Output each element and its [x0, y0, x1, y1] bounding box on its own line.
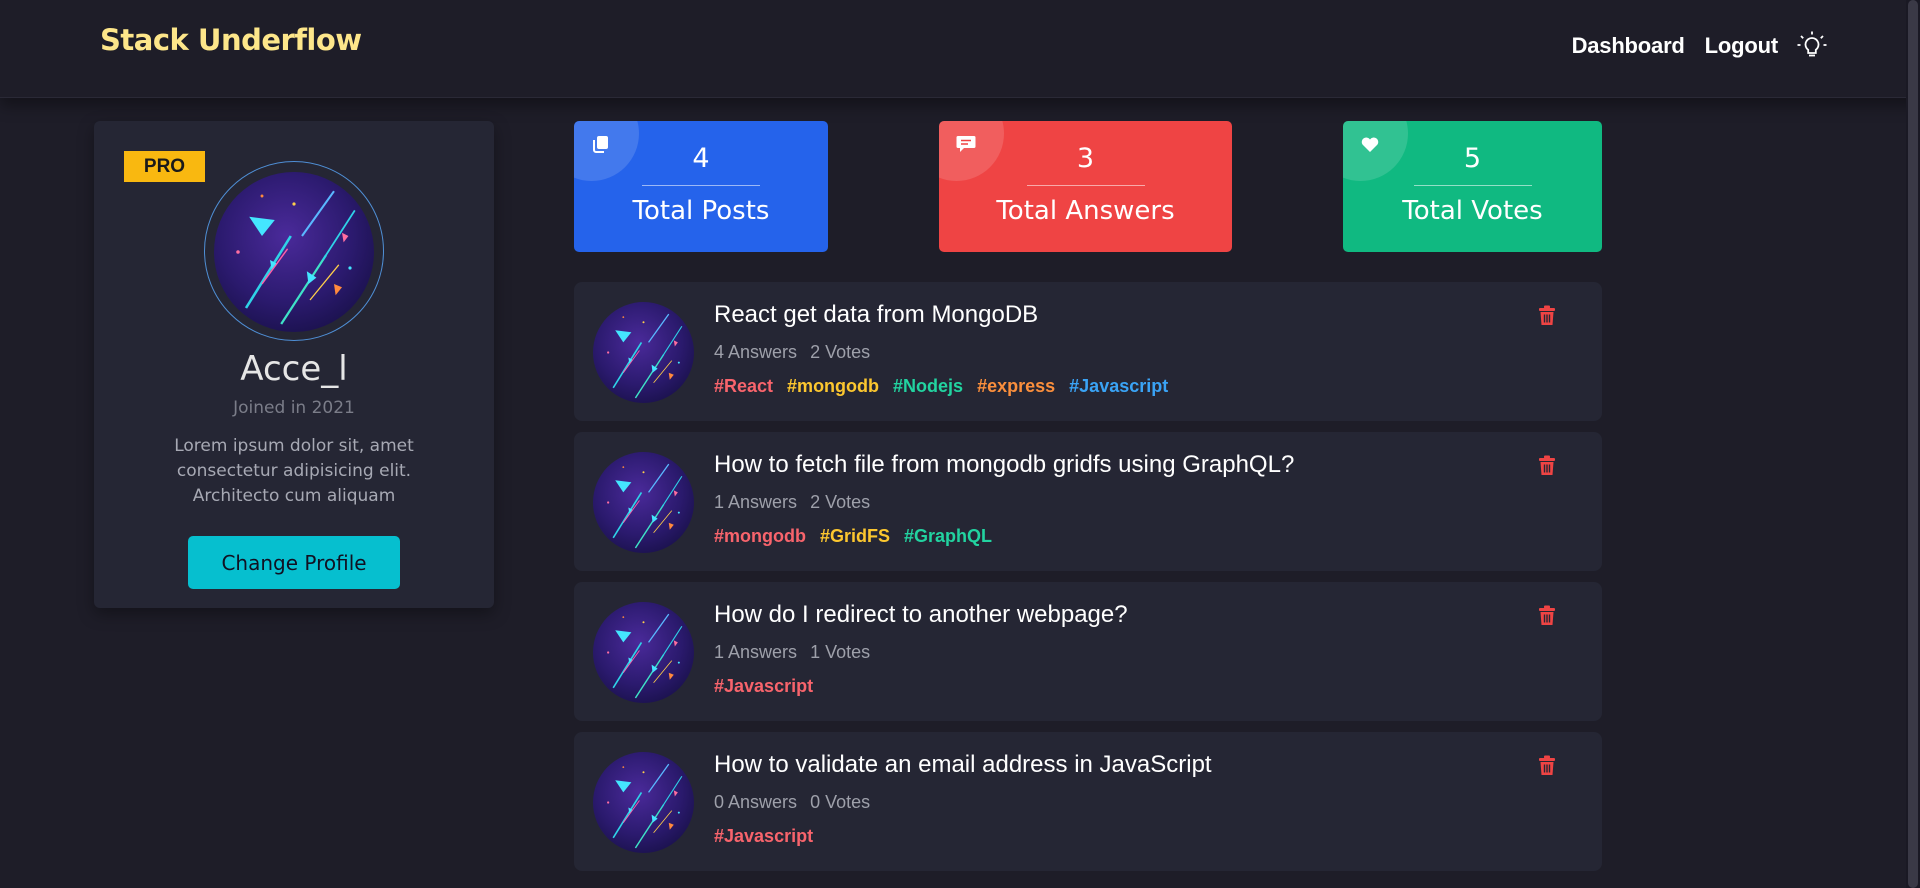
tag[interactable]: #React: [714, 376, 773, 397]
post-votes-count: 2 Votes: [810, 492, 871, 512]
trash-icon[interactable]: [1536, 304, 1558, 326]
stat-total-votes: 5 Total Votes: [1343, 121, 1602, 252]
post-title[interactable]: How do I redirect to another webpage?: [714, 601, 1128, 629]
stat-label: Total Posts: [632, 196, 770, 226]
post-meta: 4 Answers 2 Votes: [714, 342, 878, 363]
stat-total-answers: 3 Total Answers: [939, 121, 1232, 252]
tag[interactable]: #mongodb: [714, 526, 806, 547]
trash-icon[interactable]: [1536, 454, 1558, 476]
nav-links: Dashboard Logout: [1552, 30, 1828, 62]
post-votes-count: 2 Votes: [810, 342, 871, 362]
post-votes-count: 1 Votes: [810, 642, 871, 662]
post-title[interactable]: How to fetch file from mongodb gridfs us…: [714, 451, 1294, 479]
post-author-avatar: [593, 302, 694, 403]
stat-label: Total Votes: [1402, 196, 1543, 226]
post-meta: 1 Answers 1 Votes: [714, 642, 878, 663]
profile-avatar: [214, 172, 374, 332]
brand-logo[interactable]: Stack Underflow: [100, 23, 362, 57]
post-card[interactable]: How to fetch file from mongodb gridfs us…: [574, 432, 1602, 571]
stat-divider: [1413, 185, 1532, 186]
post-tags: #Javascript: [714, 826, 827, 847]
tag[interactable]: #Nodejs: [893, 376, 963, 397]
post-author-avatar: [593, 452, 694, 553]
post-meta: 0 Answers 0 Votes: [714, 792, 878, 813]
post-card[interactable]: React get data from MongoDB 4 Answers 2 …: [574, 282, 1602, 421]
post-title[interactable]: React get data from MongoDB: [714, 301, 1038, 329]
post-answers-count: 1 Answers: [714, 492, 798, 512]
post-tags: #mongodb #GridFS #GraphQL: [714, 526, 1006, 547]
post-answers-count: 0 Answers: [714, 792, 798, 812]
tag[interactable]: #express: [977, 376, 1055, 397]
post-title[interactable]: How to validate an email address in Java…: [714, 751, 1212, 779]
profile-username: Acce_l: [240, 349, 348, 389]
stat-total-posts: 4 Total Posts: [574, 121, 828, 252]
top-navbar: Stack Underflow Dashboard Logout: [0, 0, 1920, 98]
post-answers-count: 1 Answers: [714, 642, 798, 662]
stat-divider: [1026, 185, 1145, 186]
profile-bio: Lorem ipsum dolor sit, amet consectetur …: [174, 436, 414, 506]
scrollbar-thumb[interactable]: [1908, 0, 1918, 888]
post-meta: 1 Answers 2 Votes: [714, 492, 878, 513]
tag[interactable]: #GridFS: [820, 526, 890, 547]
post-tags: #React #mongodb #Nodejs #express #Javasc…: [714, 376, 1182, 397]
post-votes-count: 0 Votes: [810, 792, 871, 812]
profile-joined: Joined in 2021: [233, 398, 355, 418]
pro-badge: PRO: [124, 151, 205, 182]
tag[interactable]: #Javascript: [714, 826, 813, 847]
post-card[interactable]: How to validate an email address in Java…: [574, 732, 1602, 871]
tag[interactable]: #GraphQL: [904, 526, 992, 547]
stat-label: Total Answers: [996, 196, 1175, 226]
page-scrollbar[interactable]: [1906, 0, 1920, 888]
tag[interactable]: #Javascript: [714, 676, 813, 697]
stat-value: 3: [1076, 143, 1095, 174]
tag[interactable]: #mongodb: [787, 376, 879, 397]
trash-icon[interactable]: [1536, 604, 1558, 626]
change-profile-button[interactable]: Change Profile: [188, 536, 400, 589]
profile-card: PRO Acce_l Joined in 2021 Lorem ipsum do…: [94, 121, 494, 608]
post-author-avatar: [593, 752, 694, 853]
stat-value: 4: [692, 143, 710, 174]
nav-logout-link[interactable]: Logout: [1705, 33, 1779, 59]
stat-value: 5: [1463, 143, 1482, 174]
post-tags: #Javascript: [714, 676, 827, 697]
tag[interactable]: #Javascript: [1069, 376, 1168, 397]
nav-dashboard-link[interactable]: Dashboard: [1572, 33, 1685, 59]
post-card[interactable]: How do I redirect to another webpage? 1 …: [574, 582, 1602, 721]
stat-divider: [642, 185, 760, 186]
post-answers-count: 4 Answers: [714, 342, 798, 362]
trash-icon[interactable]: [1536, 754, 1558, 776]
lightbulb-icon[interactable]: [1796, 30, 1828, 62]
post-author-avatar: [593, 602, 694, 703]
